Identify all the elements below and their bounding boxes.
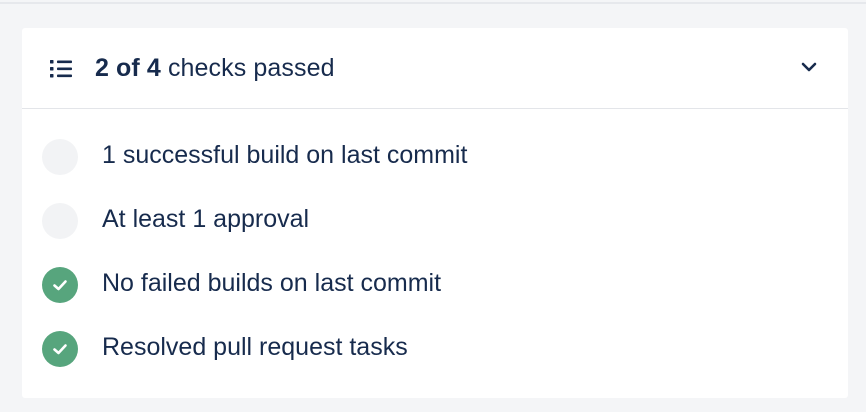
check-label: At least 1 approval [102,205,310,233]
checks-summary: 2 of 4 checks passed [95,54,335,83]
checks-list: 1 successful build on last commit At lea… [22,125,848,381]
check-passed-icon [42,331,78,367]
check-label: Resolved pull request tasks [102,333,408,361]
pending-status-icon [42,203,78,239]
check-passed-icon [42,267,78,303]
check-item: 1 successful build on last commit [22,125,848,189]
check-item: No failed builds on last commit [22,253,848,317]
pending-status-icon [42,139,78,175]
list-icon [50,59,74,79]
chevron-down-icon[interactable] [800,60,818,74]
top-divider [0,2,866,4]
check-item: Resolved pull request tasks [22,317,848,381]
check-label: 1 successful build on last commit [102,141,468,169]
checks-summary-suffix: checks passed [160,54,335,82]
checks-header[interactable]: 2 of 4 checks passed [22,28,848,109]
check-item: At least 1 approval [22,189,848,253]
merge-checks-panel: 2 of 4 checks passed 1 successful build … [22,28,848,398]
check-label: No failed builds on last commit [102,269,442,297]
checks-count: 2 of 4 [95,54,161,82]
